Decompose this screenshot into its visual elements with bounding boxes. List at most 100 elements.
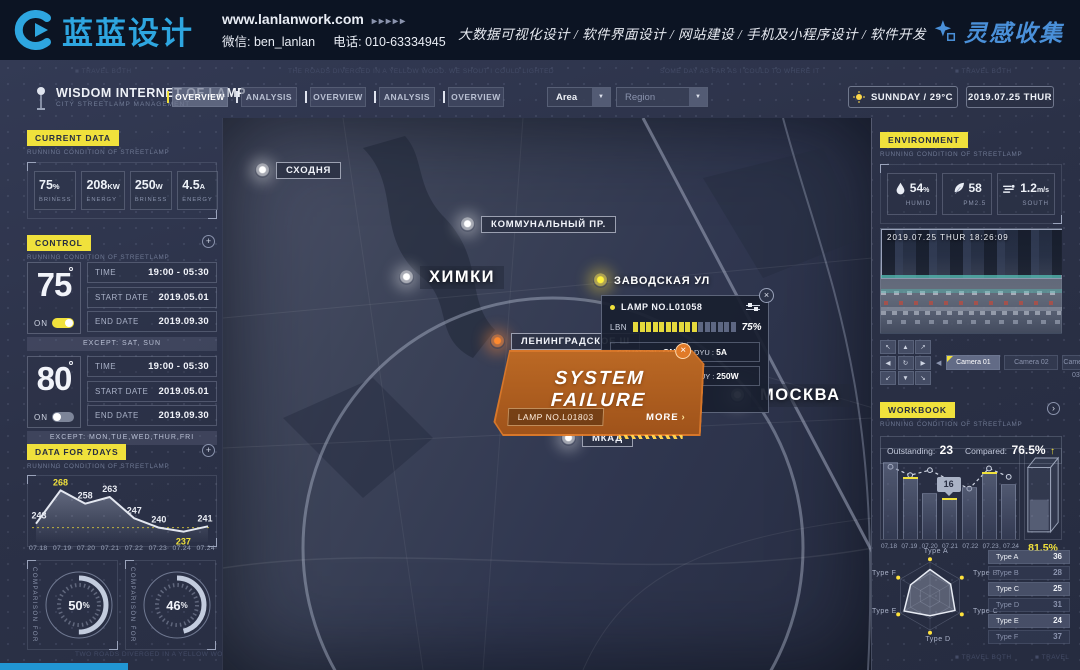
x-tick: 07.23 bbox=[149, 545, 168, 552]
type-d-row[interactable]: Type D31 bbox=[988, 598, 1070, 612]
type-f-row[interactable]: Type F37 bbox=[988, 630, 1070, 644]
sliders-icon[interactable] bbox=[746, 302, 760, 313]
lamp-id: LAMP NO.L01058 bbox=[621, 302, 740, 312]
environment-panel: ENVIRONMENT RUNNING CONDITION OF STREETL… bbox=[880, 130, 1062, 224]
reset-view-button[interactable]: ↻ bbox=[898, 356, 914, 370]
seven-days-line-chart: 243268258263247240237241 bbox=[28, 476, 216, 546]
start-date-row[interactable]: START DATE2019.05.01 bbox=[87, 381, 217, 402]
dashboard-header: WISDOM INTERNET OF LAMP CITY STREETLAMP … bbox=[0, 84, 1080, 116]
arrows-decoration: ▸▸▸▸▸ bbox=[372, 16, 407, 27]
workbook-bar[interactable] bbox=[903, 477, 918, 539]
panel-label: CURRENT DATA bbox=[27, 130, 119, 146]
chevron-right-icon: › bbox=[681, 412, 686, 423]
type-e-row[interactable]: Type E24 bbox=[988, 614, 1070, 628]
pm25-stat: 58 PM2.5 bbox=[942, 173, 992, 215]
panel-label: WORKBOOK bbox=[880, 402, 955, 418]
time-row[interactable]: TIME19:00 - 05:30 bbox=[87, 356, 217, 377]
wind-stat: 1.2m/s SOUTH bbox=[997, 173, 1055, 215]
region-select[interactable]: Region ▼ bbox=[616, 87, 708, 107]
svg-text:263: 263 bbox=[102, 484, 117, 494]
area-select[interactable]: Area ▼ bbox=[547, 87, 611, 107]
current-data-panel: CURRENT DATA RUNNING CONDITION OF STREET… bbox=[27, 128, 217, 219]
add-schedule-button[interactable]: + bbox=[202, 235, 215, 248]
time-row[interactable]: TIME19:00 - 05:30 bbox=[87, 262, 217, 283]
bar-tooltip: 16 bbox=[937, 477, 961, 492]
pan-right-button[interactable]: ▶ bbox=[915, 356, 931, 370]
tab-analysis-1[interactable]: ANALYSIS bbox=[241, 87, 297, 107]
sun-icon bbox=[853, 91, 865, 103]
pan-down-right-button[interactable]: ↘ bbox=[915, 371, 931, 385]
toggle-on[interactable] bbox=[52, 318, 74, 328]
services-tagline: 大数据可视化设计 / 软件界面设计 / 网站建设 / 手机及小程序设计 / 软件… bbox=[458, 23, 926, 43]
wind-icon bbox=[1003, 183, 1016, 194]
svg-text:268: 268 bbox=[53, 477, 68, 487]
map-location-zavodskaya[interactable]: ЗАВОДСКАЯ УЛ bbox=[593, 273, 710, 288]
radar-panel: Type A Type B Type C Type D Type E Type … bbox=[872, 548, 1072, 648]
camera-feed[interactable]: 2019.07.25 THUR 18:26:09 bbox=[880, 228, 1062, 334]
pan-up-left-button[interactable]: ↖ bbox=[880, 340, 896, 354]
comparison-gauge-1: COMPARISON FOR 50% bbox=[27, 560, 118, 650]
pan-left-button[interactable]: ◀ bbox=[880, 356, 896, 370]
seven-days-panel: DATA FOR 7DAYS RUNNING CONDITION OF STRE… bbox=[27, 442, 217, 557]
region-select-value: Region bbox=[625, 92, 655, 103]
workbook-bar[interactable] bbox=[1001, 484, 1016, 539]
map-location-shodnya[interactable]: СХОДНЯ bbox=[255, 162, 341, 179]
lanlan-logo-icon bbox=[14, 10, 54, 50]
tab-overview-3[interactable]: OVERVIEW bbox=[448, 87, 504, 107]
brand-logo[interactable]: 蓝蓝设计 bbox=[14, 8, 194, 53]
type-radar-chart bbox=[872, 548, 988, 644]
camera-list-prev[interactable]: ◀ bbox=[936, 359, 941, 367]
camera-01-button[interactable]: Camera 01 bbox=[946, 355, 1000, 370]
end-date-row[interactable]: END DATE2019.09.30 bbox=[87, 405, 217, 426]
map-location-kommunalny[interactable]: КОММУНАЛЬНЫЙ ПР. bbox=[460, 216, 616, 233]
camera-list: Camera 01 Camera 02 Camera 03 Camera 04 … bbox=[946, 355, 1080, 370]
x-tick: 07.20 bbox=[77, 545, 96, 552]
pan-down-left-button[interactable]: ↙ bbox=[880, 371, 896, 385]
workbook-panel: WORKBOOK RUNNING CONDITION OF STREETLAMP… bbox=[880, 400, 1062, 555]
camera-02-button[interactable]: Camera 02 bbox=[1004, 355, 1058, 370]
brightness-setting[interactable]: 80 ON bbox=[27, 356, 81, 428]
dashboard: ■ TRAVEL BOTH THE ROADS DIVERGED IN A YE… bbox=[0, 60, 1080, 670]
tab-overview-2[interactable]: OVERVIEW bbox=[310, 87, 366, 107]
gauge-title: COMPARISON FOR bbox=[129, 567, 135, 643]
toggle-off[interactable] bbox=[52, 412, 74, 422]
workbook-bar[interactable] bbox=[982, 472, 997, 539]
phone-contact: 电话: 010-63334945 bbox=[333, 35, 446, 49]
panel-label: ENVIRONMENT bbox=[880, 132, 968, 148]
workbook-bar[interactable] bbox=[942, 498, 957, 539]
alert-lamp-id: LAMP NO.L01803 bbox=[507, 408, 604, 426]
pan-down-button[interactable]: ▼ bbox=[898, 371, 914, 385]
pan-up-button[interactable]: ▲ bbox=[898, 340, 914, 354]
expand-chart-button[interactable]: + bbox=[202, 444, 215, 457]
type-a-row[interactable]: Type A36 bbox=[988, 550, 1070, 564]
traffic-image bbox=[881, 289, 1061, 324]
stat-energy-kw: 208KW ENERGY bbox=[81, 171, 124, 210]
more-button[interactable]: MORE› bbox=[646, 412, 686, 423]
popup-close-button[interactable]: × bbox=[759, 288, 774, 303]
end-date-row[interactable]: END DATE2019.09.30 bbox=[87, 311, 217, 332]
chart-x-axis: 07.1807.1907.2007.2107.2207.2307.2407.24 bbox=[27, 545, 217, 552]
lbn-label: LBN bbox=[610, 323, 627, 332]
type-c-row[interactable]: Type C25 bbox=[988, 582, 1070, 596]
map-location-khimki[interactable]: ХИМКИ bbox=[399, 266, 504, 289]
pan-up-right-button[interactable]: ↗ bbox=[915, 340, 931, 354]
workbook-bar[interactable] bbox=[962, 487, 977, 539]
camera-03-button[interactable]: Camera 03 bbox=[1062, 355, 1080, 370]
map-pin-icon bbox=[255, 163, 270, 178]
brightness-setting[interactable]: 75 ON bbox=[27, 262, 81, 334]
x-tick: 07.22 bbox=[125, 545, 144, 552]
website-link[interactable]: www.lanlanwork.com bbox=[222, 11, 364, 27]
start-date-row[interactable]: START DATE2019.05.01 bbox=[87, 287, 217, 308]
workbook-more-button[interactable]: › bbox=[1047, 402, 1060, 415]
workbook-bar[interactable] bbox=[922, 493, 937, 539]
radar-axis-label: Type E bbox=[872, 608, 897, 615]
type-b-row[interactable]: Type B28 bbox=[988, 566, 1070, 580]
inspiration-collect[interactable]: 灵感收集 bbox=[931, 14, 1064, 48]
workbook-bar[interactable] bbox=[883, 462, 898, 539]
tab-analysis-2[interactable]: ANALYSIS bbox=[379, 87, 435, 107]
city-map[interactable]: СХОДНЯ КОММУНАЛЬНЫЙ ПР. ХИМКИ ЗАВОДСКАЯ … bbox=[222, 118, 872, 670]
streetlamp-icon bbox=[34, 86, 48, 112]
alert-title: SYSTEM FAILURE bbox=[508, 368, 690, 412]
map-pin-icon bbox=[460, 217, 475, 232]
tab-overview-1[interactable]: OVERVIEW bbox=[172, 87, 228, 107]
